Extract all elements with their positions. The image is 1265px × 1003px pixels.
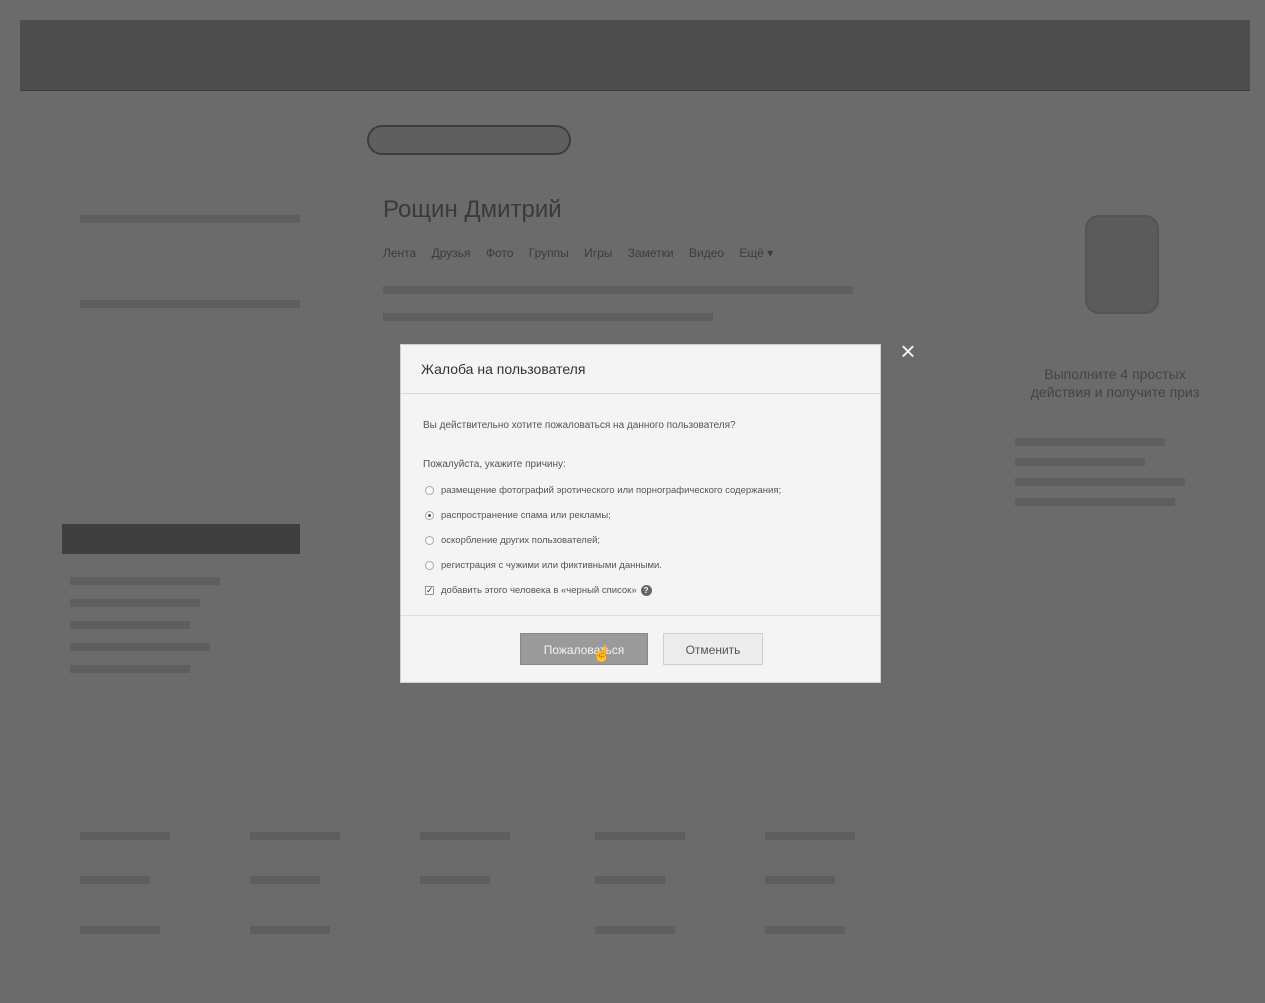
profile-links-line — [383, 313, 713, 321]
radio-button-selected[interactable] — [425, 511, 434, 520]
search-box — [367, 125, 571, 155]
gift-icon — [1085, 215, 1159, 314]
blacklist-label: добавить этого человека в «черный список… — [441, 585, 637, 596]
promo-step — [1015, 498, 1175, 506]
profile-nav-item: Лента — [383, 246, 417, 260]
profile-nav-item: Заметки — [627, 246, 674, 260]
reason-option-label: размещение фотографий эротического или п… — [441, 485, 782, 496]
profile-nav-item: Видео — [688, 246, 725, 260]
confirmation-question: Вы действительно хотите пожаловаться на … — [423, 420, 736, 431]
promo-step — [1015, 478, 1185, 486]
left-menu-item — [70, 621, 190, 629]
left-menu-item — [70, 643, 210, 651]
footer-link — [250, 926, 330, 934]
blacklist-checkbox[interactable]: ✓ — [425, 586, 434, 595]
dialog-footer-divider — [401, 615, 880, 616]
left-column-line — [80, 215, 300, 223]
footer-link — [765, 876, 835, 884]
left-menu-item — [70, 665, 190, 673]
reason-option-label: распространение спама или рекламы; — [441, 510, 611, 521]
reason-option-fake-data[interactable]: регистрация с чужими или фиктивными данн… — [425, 553, 781, 578]
footer-link — [80, 926, 160, 934]
profile-nav-item: Друзья — [431, 246, 471, 260]
profile-nav-item: Игры — [584, 246, 613, 260]
footer-link — [595, 876, 665, 884]
left-menu-highlight — [62, 524, 300, 554]
radio-button[interactable] — [425, 536, 434, 545]
promo-steps — [1015, 432, 1215, 518]
dialog-title: Жалоба на пользователя — [421, 361, 586, 377]
left-menu-item — [70, 577, 220, 585]
footer-link — [80, 832, 170, 840]
report-user-dialog: Жалоба на пользователя Вы действительно … — [400, 344, 881, 683]
profile-nav-item: Фото — [485, 246, 514, 260]
profile-nav-item: Ещё ▾ — [739, 246, 774, 260]
reason-option-spam[interactable]: распространение спама или рекламы; — [425, 503, 781, 528]
left-menu-item — [70, 599, 200, 607]
profile-user-name: Рощин Дмитрий — [383, 196, 562, 223]
footer-link — [250, 832, 340, 840]
cancel-button[interactable]: Отменить — [663, 633, 763, 665]
close-icon[interactable]: × — [897, 338, 919, 364]
footer-link — [250, 876, 320, 884]
footer-link — [80, 876, 150, 884]
reason-option-label: оскорбление других пользователей; — [441, 535, 601, 546]
footer-link — [765, 832, 855, 840]
footer-link — [420, 832, 510, 840]
hand-cursor-icon: ☝ — [592, 646, 612, 663]
promo-step — [1015, 458, 1145, 466]
promo-step — [1015, 438, 1165, 446]
footer-link — [420, 876, 490, 884]
footer-link — [595, 832, 685, 840]
blacklist-option[interactable]: ✓ добавить этого человека в «черный спис… — [425, 578, 781, 603]
radio-button[interactable] — [425, 486, 434, 495]
radio-button[interactable] — [425, 561, 434, 570]
reason-label: Пожалуйста, укажите причину: — [423, 459, 566, 470]
profile-status-line — [383, 286, 853, 294]
left-menu — [70, 570, 220, 687]
help-icon[interactable]: ? — [640, 585, 652, 596]
promo-title: Выполните 4 простых действия и получите … — [1030, 366, 1200, 400]
reason-option-erotic[interactable]: размещение фотографий эротического или п… — [425, 478, 781, 503]
left-column-line — [80, 300, 300, 308]
reason-options: размещение фотографий эротического или п… — [425, 478, 781, 603]
reason-option-label: регистрация с чужими или фиктивными данн… — [441, 560, 662, 571]
footer-link — [595, 926, 675, 934]
profile-nav-item: Группы — [528, 246, 569, 260]
top-header-bar — [20, 20, 1250, 91]
dialog-header: Жалоба на пользователя — [401, 345, 880, 394]
reason-option-insult[interactable]: оскорбление других пользователей; — [425, 528, 781, 553]
profile-nav: Лента Друзья Фото Группы Игры Заметки Ви… — [383, 246, 785, 260]
report-button[interactable]: Пожаловаться — [520, 633, 648, 665]
footer-link — [765, 926, 845, 934]
